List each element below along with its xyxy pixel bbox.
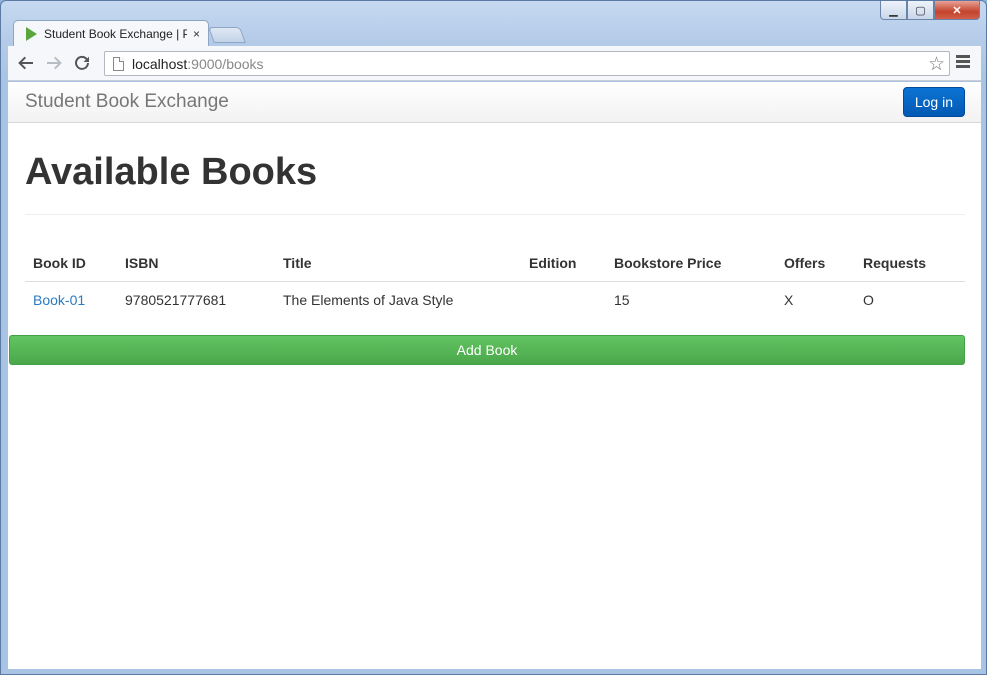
- reload-icon[interactable]: [68, 49, 96, 77]
- back-arrow-icon[interactable]: [12, 49, 40, 77]
- address-bar[interactable]: localhost:9000/books ☆: [104, 51, 950, 76]
- bookmark-star-icon[interactable]: ☆: [928, 53, 945, 76]
- url-path: :9000/books: [187, 55, 264, 72]
- cell-isbn: 9780521777681: [125, 292, 227, 308]
- menu-icon[interactable]: [956, 55, 970, 70]
- header-title: Title: [275, 245, 521, 282]
- forward-arrow-icon[interactable]: [40, 49, 68, 77]
- maximize-button[interactable]: ▢: [907, 1, 934, 20]
- minimize-button[interactable]: ▁: [880, 1, 907, 20]
- tab-title: Student Book Exchange | P: [44, 27, 187, 41]
- header-book-id: Book ID: [25, 245, 117, 282]
- brand-link[interactable]: Student Book Exchange: [25, 91, 229, 113]
- header-bookstore-price: Bookstore Price: [606, 245, 776, 282]
- close-window-button[interactable]: ✕: [934, 1, 980, 20]
- cell-edition: [521, 282, 606, 319]
- table-row: Book-01 9780521777681 The Elements of Ja…: [25, 282, 965, 319]
- login-button[interactable]: Log in: [902, 87, 965, 117]
- new-tab-button[interactable]: [208, 27, 246, 43]
- window-controls: ▁ ▢ ✕: [880, 1, 980, 21]
- page-title: Available Books: [25, 151, 965, 215]
- site-navbar: Student Book Exchange Log in: [8, 82, 981, 123]
- add-book-button[interactable]: Add Book: [9, 335, 965, 365]
- header-edition: Edition: [521, 245, 606, 282]
- tab-close-icon[interactable]: ×: [193, 27, 200, 41]
- url-host: localhost: [132, 55, 188, 72]
- books-table: Book ID ISBN Title Edition Bookstore Pri…: [25, 245, 965, 318]
- play-framework-icon: [26, 27, 37, 41]
- cell-offers: X: [784, 292, 794, 308]
- browser-window: ▁ ▢ ✕ Student Book Exchange | P × localh…: [0, 0, 987, 675]
- cell-book-id: Book-01: [25, 282, 117, 319]
- main-content: Available Books Book ID ISBN Title Editi…: [8, 151, 981, 318]
- browser-tab[interactable]: Student Book Exchange | P ×: [13, 20, 209, 47]
- cell-requests: O: [863, 292, 874, 308]
- header-isbn: ISBN: [117, 245, 275, 282]
- cell-title: The Elements of Java Style: [283, 292, 454, 308]
- book-link[interactable]: Book-01: [33, 292, 85, 308]
- header-offers: Offers: [776, 245, 855, 282]
- browser-toolbar: localhost:9000/books ☆: [8, 46, 981, 81]
- table-header-row: Book ID ISBN Title Edition Bookstore Pri…: [25, 245, 965, 282]
- page-viewport: Student Book Exchange Log in Available B…: [8, 82, 981, 669]
- header-requests: Requests: [855, 245, 965, 282]
- page-icon: [113, 56, 124, 71]
- cell-price: 15: [614, 292, 630, 308]
